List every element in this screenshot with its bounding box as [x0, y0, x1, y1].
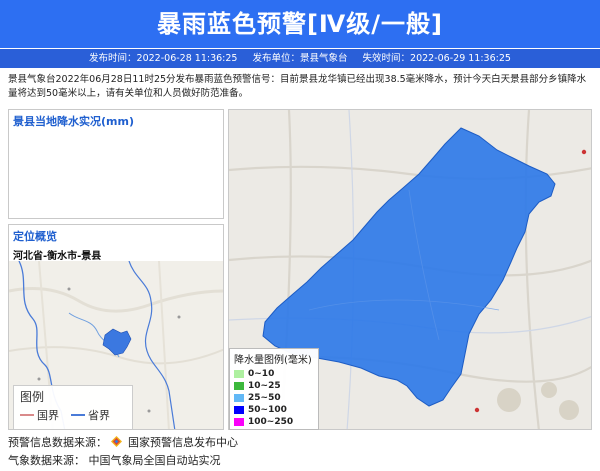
location-panel-title: 定位概览	[13, 230, 57, 243]
warning-title: 暴雨蓝色预警[Ⅳ级/一般]	[156, 10, 444, 38]
legend-swatch-50-100	[234, 406, 244, 414]
border-legend: 图例 国界 省界	[13, 385, 133, 429]
legend-swatch-0-10	[234, 370, 244, 378]
publisher: 发布单位：景县气象台	[252, 53, 348, 64]
rainfall-legend-item: 50~100	[230, 404, 318, 416]
national-border-label: 国界	[37, 409, 59, 422]
warning-description: 景县气象台2022年06月28日11时25分发布暴雨蓝色预警信号：目前景县龙华镇…	[8, 74, 587, 99]
legend-swatch-100-250	[234, 418, 244, 426]
weather-source-line: 气象数据来源： 中国气象局全国自动站实况	[8, 452, 221, 468]
legend-swatch-25-50	[234, 394, 244, 402]
national-border-swatch	[20, 414, 34, 416]
nmc-logo-icon	[110, 436, 122, 447]
rainfall-legend-item: 100~250	[230, 416, 318, 428]
rainfall-legend-item: 25~50	[230, 392, 318, 404]
warning-meta-bar: 发布时间：2022-06-28 11:36:25 发布单位：景县气象台 失效时间…	[0, 49, 600, 68]
rainfall-panel-title: 景县当地降水实况(mm)	[13, 115, 134, 128]
warning-source-link[interactable]: 国家预警信息发布中心	[128, 436, 238, 449]
border-legend-row: 国界 省界	[14, 407, 132, 423]
provincial-border-label: 省界	[88, 409, 110, 422]
legend-swatch-10-25	[234, 382, 244, 390]
warning-source-line: 预警信息数据来源： 国家预警信息发布中心	[8, 434, 238, 450]
rainfall-legend-item: 0~10	[230, 368, 318, 380]
weather-source-value: 中国气象局全国自动站实况	[88, 454, 221, 467]
publish-time: 发布时间：2022-06-28 11:36:25	[89, 53, 238, 64]
rainfall-legend-title: 降水量图例(毫米)	[234, 355, 312, 366]
warning-banner: 暴雨蓝色预警[Ⅳ级/一般]	[0, 0, 600, 48]
warning-source-label: 预警信息数据来源：	[8, 436, 107, 449]
weather-source-label: 气象数据来源：	[8, 454, 85, 467]
rainfall-legend: 降水量图例(毫米) 0~10 10~25 25~50 50~100 100~25…	[229, 348, 319, 430]
provincial-border-swatch	[71, 414, 85, 416]
rainfall-legend-item: 10~25	[230, 380, 318, 392]
expire-time: 失效时间：2022-06-29 11:36:25	[362, 53, 511, 64]
rainfall-panel: 景县当地降水实况(mm)	[8, 109, 224, 219]
location-panel[interactable]: 定位概览 河北省-衡水市-景县 图例 国界 省界	[8, 224, 224, 430]
location-region: 河北省-衡水市-景县	[13, 251, 102, 262]
border-legend-title: 图例	[20, 390, 45, 404]
